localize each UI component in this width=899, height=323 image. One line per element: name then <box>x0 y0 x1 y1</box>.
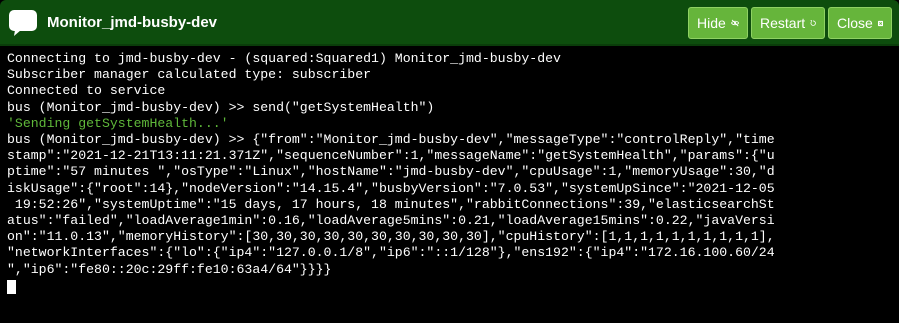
close-button[interactable]: Close <box>828 7 892 39</box>
hide-button[interactable]: Hide <box>688 7 748 39</box>
console-line: on":"11.0.13","memoryHistory":[30,30,30,… <box>7 229 775 245</box>
eye-slash-icon <box>730 19 739 27</box>
console-line: "networkInterfaces":{"lo":{"ip4":"127.0.… <box>7 245 775 261</box>
console-line: ","ip6":"fe80::20c:29ff:fe10:63a4/64"}}}… <box>7 261 332 277</box>
console-line: Connecting to jmd-busby-dev - (squared:S… <box>7 51 561 66</box>
restart-icon <box>810 20 816 26</box>
console-line: Connected to service <box>7 83 166 99</box>
close-button-label: Close <box>837 15 873 31</box>
restart-button[interactable]: Restart <box>751 7 825 39</box>
restart-button-label: Restart <box>760 15 806 31</box>
console-line: ptime":"57 minutes ","osType":"Linux","h… <box>7 164 775 180</box>
console-line: bus (Monitor_jmd-busby-dev) >> send("get… <box>7 99 435 115</box>
hide-button-label: Hide <box>697 15 726 31</box>
console-line: Subscriber manager calculated type: subs… <box>7 67 372 83</box>
close-box-icon <box>877 20 883 26</box>
window-title: Monitor_jmd-busby-dev <box>47 14 218 31</box>
console-line-echo: 'Sending getSystemHealth...' <box>7 115 229 131</box>
console-line: 19:52:26","systemUptime":"15 days, 17 ho… <box>7 196 775 212</box>
window-titlebar[interactable]: Monitor_jmd-busby-dev Hide Restart Close <box>0 0 899 46</box>
console-line: stamp":"2021-12-21T13:11:21.371Z","seque… <box>7 148 775 164</box>
terminal-cursor[interactable] <box>7 279 16 294</box>
console-line: bus (Monitor_jmd-busby-dev) >> {"from":"… <box>7 132 775 148</box>
monitor-window: Monitor_jmd-busby-dev Hide Restart Close <box>0 0 899 323</box>
chat-bubble-icon <box>9 10 37 36</box>
console-line: atus":"failed","loadAverage1min":0.16,"l… <box>7 213 775 229</box>
console-output[interactable]: Connecting to jmd-busby-dev - (squared:S… <box>0 46 899 323</box>
console-line: iskUsage":{"root":14},"nodeVersion":"14.… <box>7 180 775 196</box>
